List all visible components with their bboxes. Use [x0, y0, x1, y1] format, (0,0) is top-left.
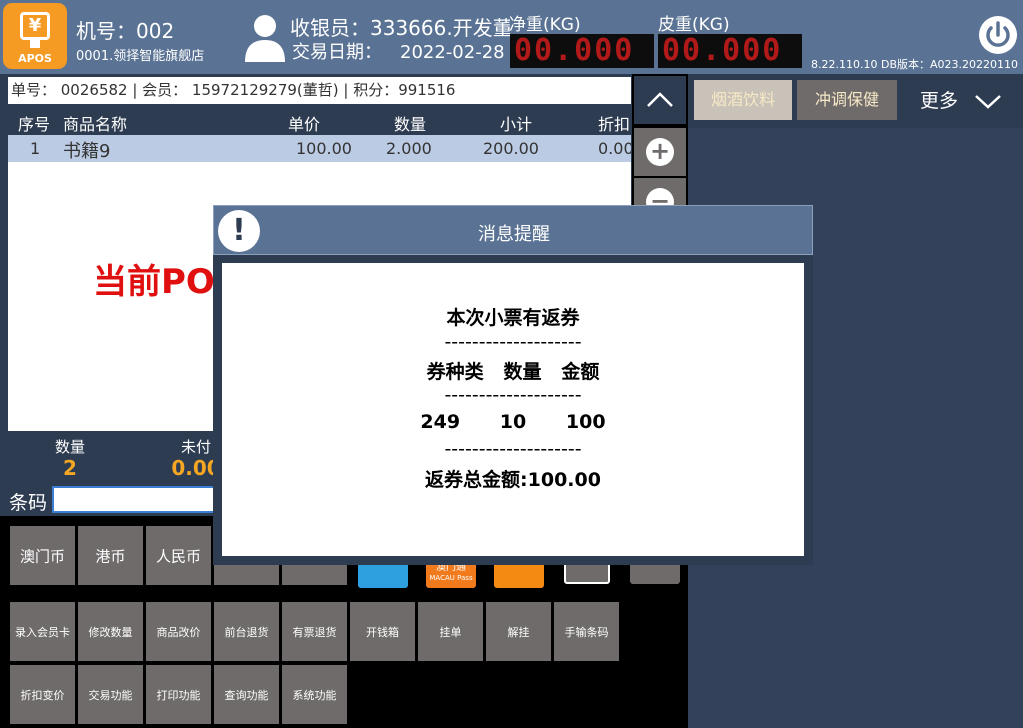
counter-return-button[interactable]: 前台退货 [214, 602, 279, 661]
coupon-row: 249 10 100 [420, 411, 606, 433]
row-name: 书籍9 [63, 141, 111, 162]
trade-date-label: 交易日期： [292, 42, 382, 63]
manual-barcode-button[interactable]: 手输条码 [554, 602, 619, 661]
tare-weight-label: 皮重(KG) [658, 15, 730, 35]
message-dialog: ! 消息提醒 本次小票有返券 -------------------- 券种类 … [213, 205, 813, 565]
row-price: 100.00 [296, 139, 352, 158]
dialog-titlebar: ! 消息提醒 [213, 205, 813, 255]
more-categories-button[interactable]: 更多 [920, 86, 1010, 116]
receipt-return-button[interactable]: 有票退货 [282, 602, 347, 661]
increase-qty-button[interactable]: + [634, 128, 686, 176]
category-tobacco-drinks[interactable]: 烟酒饮料 [694, 80, 792, 120]
transaction-functions-button[interactable]: 交易功能 [78, 665, 143, 724]
cashier-label: 收银员：333666.开发董哲 [290, 16, 510, 40]
power-icon[interactable] [978, 15, 1018, 55]
col-name: 商品名称 [63, 115, 128, 134]
row-qty: 2.000 [386, 139, 432, 158]
plus-icon: + [646, 138, 674, 166]
coupon-table-header: 券种类 数量 金额 [426, 361, 600, 383]
rmb-currency-button[interactable]: 人民币 [146, 526, 211, 585]
chevron-up-icon [647, 92, 673, 107]
divider-line: -------------------- [444, 438, 582, 460]
category-bar: 烟酒饮料 冲调保健 更多 [688, 74, 1023, 126]
trade-date-value: 2022-02-28 [400, 42, 505, 63]
logo-text: APOS [18, 52, 52, 65]
apos-logo: ¥ APOS [3, 3, 67, 69]
machine-number: 机号：002 [76, 19, 175, 43]
divider-line: -------------------- [444, 384, 582, 406]
order-info-bar: 单号： 0026582 | 会员： 15972129279(董哲) | 积分：9… [8, 77, 631, 104]
trade-date: 交易日期： 2022-02-28 [292, 38, 505, 64]
row-subtotal: 200.00 [483, 139, 539, 158]
enter-member-card-button[interactable]: 录入会员卡 [10, 602, 75, 661]
user-icon [245, 15, 285, 62]
table-row[interactable]: 1 书籍9 100.00 2.000 200.00 0.00 [8, 135, 631, 162]
version-text: 8.22.110.10 DB版本：A023.20220110 [811, 58, 1018, 71]
macau-currency-button[interactable]: 澳门币 [10, 526, 75, 585]
tare-weight-display: 00.000 [658, 34, 802, 68]
coupon-heading: 本次小票有返券 [446, 307, 580, 329]
system-functions-button[interactable]: 系统功能 [282, 665, 347, 724]
dialog-title: 消息提醒 [478, 224, 550, 245]
col-discount: 折扣 [598, 115, 631, 134]
dialog-body: 本次小票有返券 -------------------- 券种类 数量 金额 -… [222, 263, 804, 556]
barcode-label: 条码 [9, 492, 48, 514]
net-weight-display: 00.000 [510, 34, 654, 68]
category-health-drinks[interactable]: 冲调保健 [797, 80, 897, 120]
more-label: 更多 [920, 90, 959, 112]
row-no: 1 [30, 139, 41, 158]
modify-qty-button[interactable]: 修改数量 [78, 602, 143, 661]
header-bar: ¥ APOS 机号：002 0001.领择智能旗舰店 收银员：333666.开发… [0, 0, 1023, 74]
qty-value: 2 [63, 456, 77, 480]
change-price-button[interactable]: 商品改价 [146, 602, 211, 661]
hold-order-button[interactable]: 挂单 [418, 602, 483, 661]
coupon-total: 返券总金额:100.00 [425, 469, 601, 491]
col-price: 单价 [288, 115, 321, 134]
barcode-input[interactable] [52, 486, 232, 513]
resume-order-button[interactable]: 解挂 [486, 602, 551, 661]
col-no: 序号 [18, 115, 51, 134]
table-header: 序号 商品名称 单价 数量 小计 折扣 [8, 107, 631, 135]
hk-currency-button[interactable]: 港币 [78, 526, 143, 585]
row-discount: 0.00 [598, 139, 631, 158]
net-weight-label: 净重(KG) [509, 15, 581, 35]
print-functions-button[interactable]: 打印功能 [146, 665, 211, 724]
discount-price-button[interactable]: 折扣变价 [10, 665, 75, 724]
chevron-down-icon [975, 95, 1001, 109]
open-drawer-button[interactable]: 开钱箱 [350, 602, 415, 661]
qty-label: 数量 [54, 438, 85, 456]
store-name: 0001.领择智能旗舰店 [76, 49, 205, 64]
query-functions-button[interactable]: 查询功能 [214, 665, 279, 724]
scroll-up-button[interactable] [634, 76, 686, 124]
divider-line: -------------------- [444, 331, 582, 353]
cash-register-icon: ¥ [20, 12, 50, 40]
col-subtotal: 小计 [500, 115, 533, 134]
col-qty: 数量 [394, 115, 427, 134]
